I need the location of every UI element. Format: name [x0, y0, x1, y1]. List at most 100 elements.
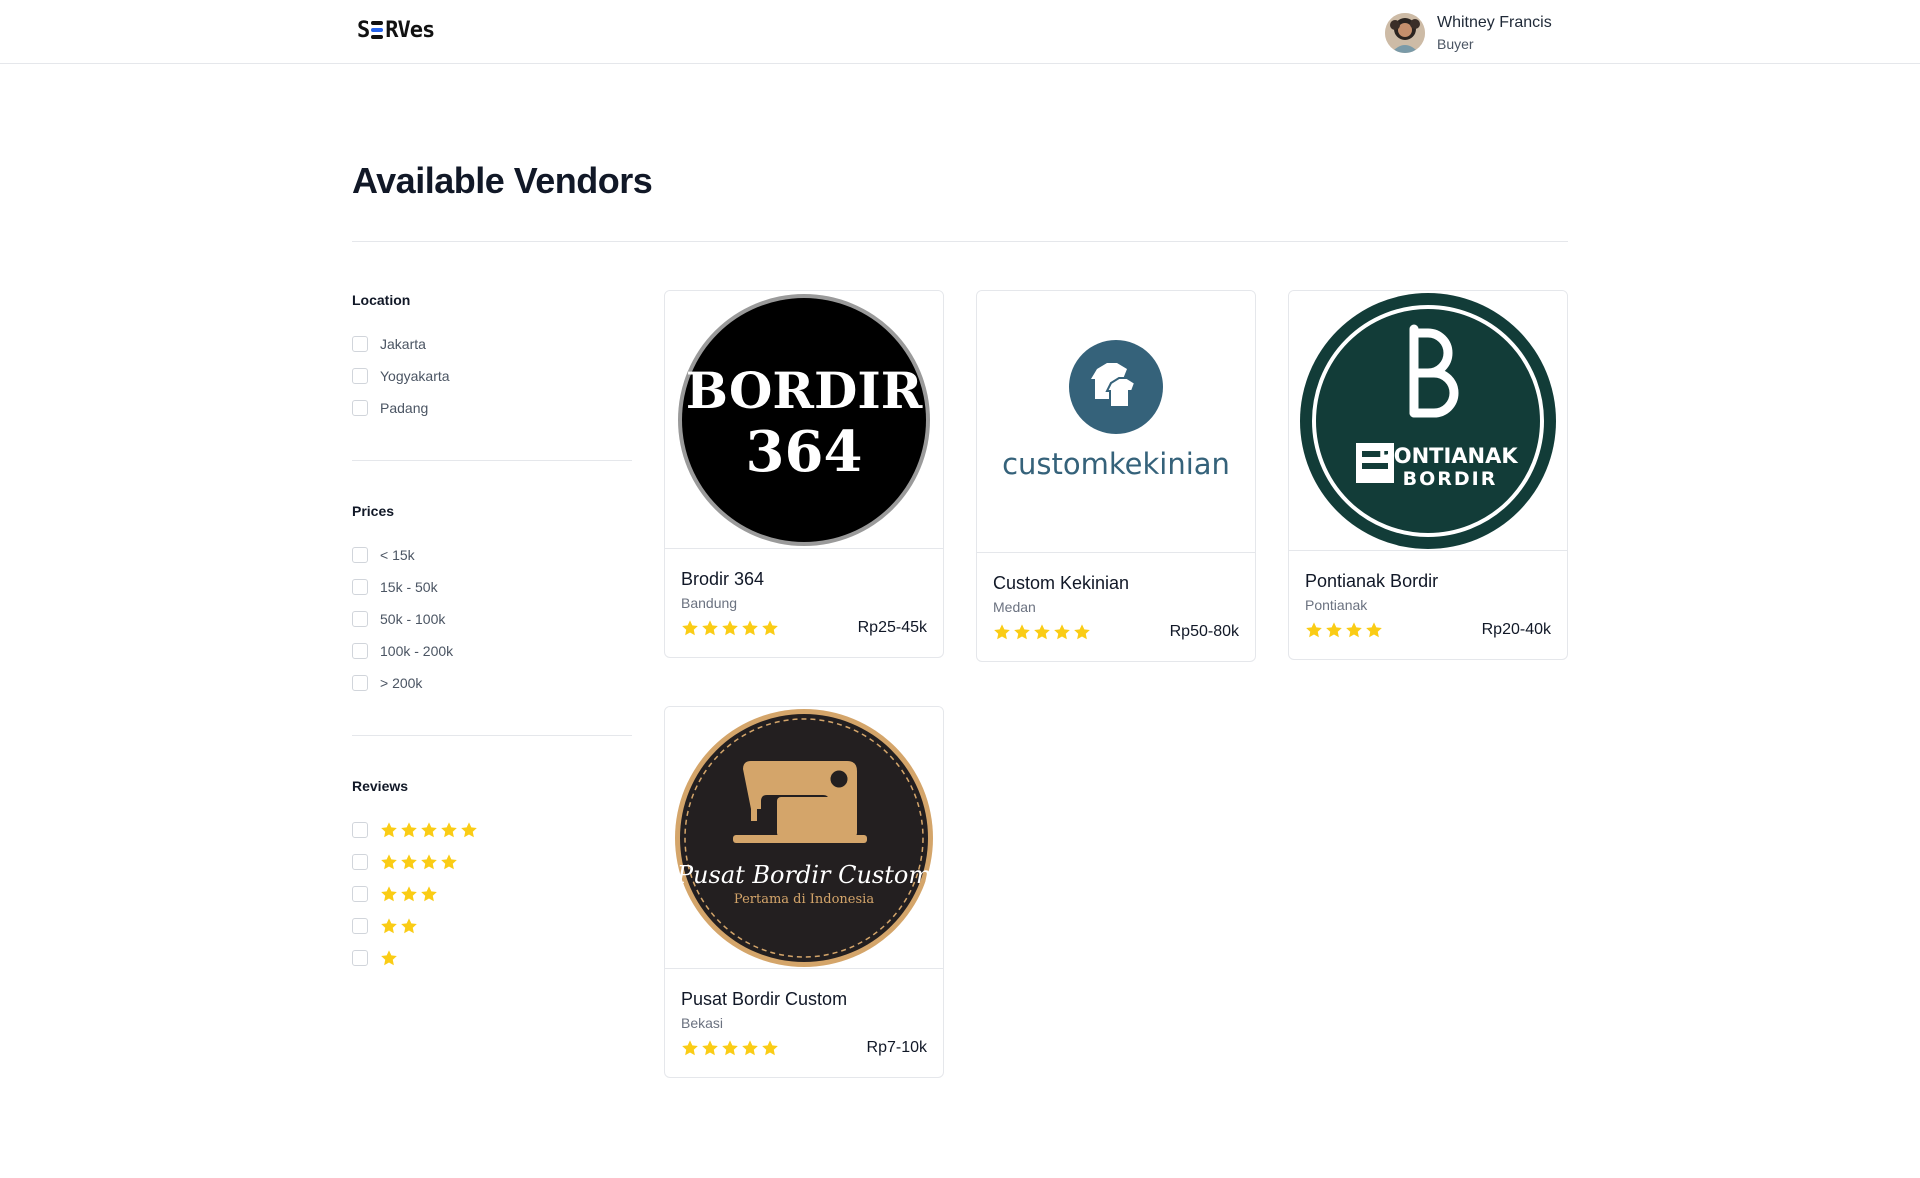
checkbox[interactable]: [352, 368, 368, 384]
star-icon: [742, 1040, 758, 1056]
vendor-meta-row: Rp50-80k: [993, 623, 1239, 641]
logo-e-mark-icon: [371, 20, 384, 40]
star-icon: [994, 624, 1010, 640]
star-icon: [762, 620, 778, 636]
checkbox[interactable]: [352, 547, 368, 563]
star-icon: [702, 620, 718, 636]
vendor-logo-custom-kekinian: customkekinian: [977, 291, 1255, 553]
filter-location-yogyakarta[interactable]: Yogyakarta: [352, 366, 632, 386]
logo-letters: RVes: [385, 17, 435, 43]
option-label: < 15k: [380, 547, 415, 563]
logo-text-line-2: 364: [746, 419, 863, 485]
checkbox[interactable]: [352, 675, 368, 691]
vendor-name: Pontianak Bordir: [1305, 571, 1439, 591]
filter-price-over-200k[interactable]: > 200k: [352, 673, 632, 693]
filter-location-padang[interactable]: Padang: [352, 398, 632, 418]
filter-review-2-stars[interactable]: [352, 916, 632, 936]
checkbox[interactable]: [352, 886, 368, 902]
checkbox[interactable]: [352, 579, 368, 595]
star-icon: [421, 886, 437, 902]
filter-price-under-15k[interactable]: < 15k: [352, 545, 632, 565]
logo-letter-s: S: [357, 17, 370, 43]
star-icon: [1326, 622, 1342, 638]
option-label: > 200k: [380, 675, 423, 691]
star-icon: [401, 822, 417, 838]
filter-reviews-title: Reviews: [352, 778, 409, 794]
vendor-location: Bandung: [681, 595, 738, 611]
star-icon: [421, 822, 437, 838]
checkbox[interactable]: [352, 918, 368, 934]
logo-text-line-1: Pusat Bordir Custom: [676, 861, 931, 889]
filter-prices: Prices < 15k 15k - 50k 50k - 100k 100k -…: [352, 501, 632, 736]
filter-price-50k-100k[interactable]: 50k - 100k: [352, 609, 632, 629]
star-icon: [1346, 622, 1362, 638]
vendor-price: Rp50-80k: [1169, 623, 1239, 640]
star-icon: [762, 1040, 778, 1056]
filter-location: Location Jakarta Yogyakarta Padang: [352, 290, 632, 461]
filter-prices-title: Prices: [352, 503, 395, 519]
checkbox[interactable]: [352, 854, 368, 870]
star-icon: [722, 1040, 738, 1056]
filter-location-jakarta[interactable]: Jakarta: [352, 334, 632, 354]
star-icon: [1014, 624, 1030, 640]
filter-review-4-stars[interactable]: [352, 852, 632, 872]
checkbox[interactable]: [352, 822, 368, 838]
filter-review-5-stars[interactable]: [352, 820, 632, 840]
option-label: 15k - 50k: [380, 579, 438, 595]
star-icon: [1366, 622, 1382, 638]
vendor-card-pusat-bordir-custom[interactable]: Pusat Bordir Custom Pertama di Indonesia…: [664, 706, 944, 1078]
checkbox[interactable]: [352, 950, 368, 966]
vendor-card-custom-kekinian[interactable]: customkekinian Custom Kekinian Medan Rp5…: [976, 290, 1256, 662]
star-icon: [682, 620, 698, 636]
checkbox[interactable]: [352, 400, 368, 416]
vendor-card-brodir-364[interactable]: BORDIR 364 Brodir 364 Bandung Rp25-45k: [664, 290, 944, 658]
filter-location-title: Location: [352, 292, 411, 308]
top-navigation-bar: S RVes Whitney Francis Buyer: [0, 0, 1920, 64]
serves-logo[interactable]: S RVes: [357, 16, 435, 44]
filter-price-15k-50k[interactable]: 15k - 50k: [352, 577, 632, 597]
star-icon: [702, 1040, 718, 1056]
vendor-name: Pusat Bordir Custom: [681, 989, 848, 1009]
option-label: Padang: [380, 400, 429, 416]
star-icon: [742, 620, 758, 636]
star-icon: [401, 918, 417, 934]
star-icon: [1306, 622, 1322, 638]
vendor-rating: [681, 1039, 781, 1057]
vendor-logo-pusat-bordir-custom: Pusat Bordir Custom Pertama di Indonesia: [665, 707, 943, 969]
star-icon: [1054, 624, 1070, 640]
filter-price-100k-200k[interactable]: 100k - 200k: [352, 641, 632, 661]
star-icon: [682, 1040, 698, 1056]
star-icon: [421, 854, 437, 870]
logo-text-line-1: BORDIR: [686, 361, 923, 420]
vendor-name: Brodir 364: [681, 569, 765, 589]
filter-reviews: Reviews: [352, 776, 632, 1010]
title-divider: [352, 241, 1568, 242]
checkbox[interactable]: [352, 643, 368, 659]
user-info: Whitney Francis Buyer: [1437, 13, 1552, 54]
filter-review-3-stars[interactable]: [352, 884, 632, 904]
vendor-price: Rp7-10k: [866, 1039, 927, 1056]
vendor-logo-pontianak-bordir: PONTIANAK BORDIR: [1289, 291, 1567, 551]
vendor-meta-row: Rp25-45k: [681, 619, 927, 637]
star-rating: [380, 821, 480, 839]
star-icon: [401, 854, 417, 870]
checkbox[interactable]: [352, 336, 368, 352]
vendor-location: Medan: [993, 599, 1036, 615]
logo-text-line-2: Pertama di Indonesia: [734, 892, 874, 907]
star-rating: [380, 885, 440, 903]
user-menu[interactable]: Whitney Francis Buyer: [1385, 12, 1552, 54]
checkbox[interactable]: [352, 611, 368, 627]
vendor-logo-brodir-364: BORDIR 364: [665, 291, 943, 549]
star-icon: [441, 822, 457, 838]
filter-review-1-star[interactable]: [352, 948, 632, 968]
vendor-location: Bekasi: [681, 1015, 724, 1031]
star-icon: [722, 620, 738, 636]
star-icon: [1074, 624, 1090, 640]
option-label: Yogyakarta: [380, 368, 450, 384]
vendor-card-pontianak-bordir[interactable]: PONTIANAK BORDIR Pontianak Bordir Pontia…: [1288, 290, 1568, 660]
star-icon: [401, 886, 417, 902]
option-label: 50k - 100k: [380, 611, 446, 627]
vendor-info: Custom Kekinian Medan Rp50-80k: [977, 553, 1255, 661]
vendor-rating: [1305, 621, 1385, 639]
star-icon: [1034, 624, 1050, 640]
